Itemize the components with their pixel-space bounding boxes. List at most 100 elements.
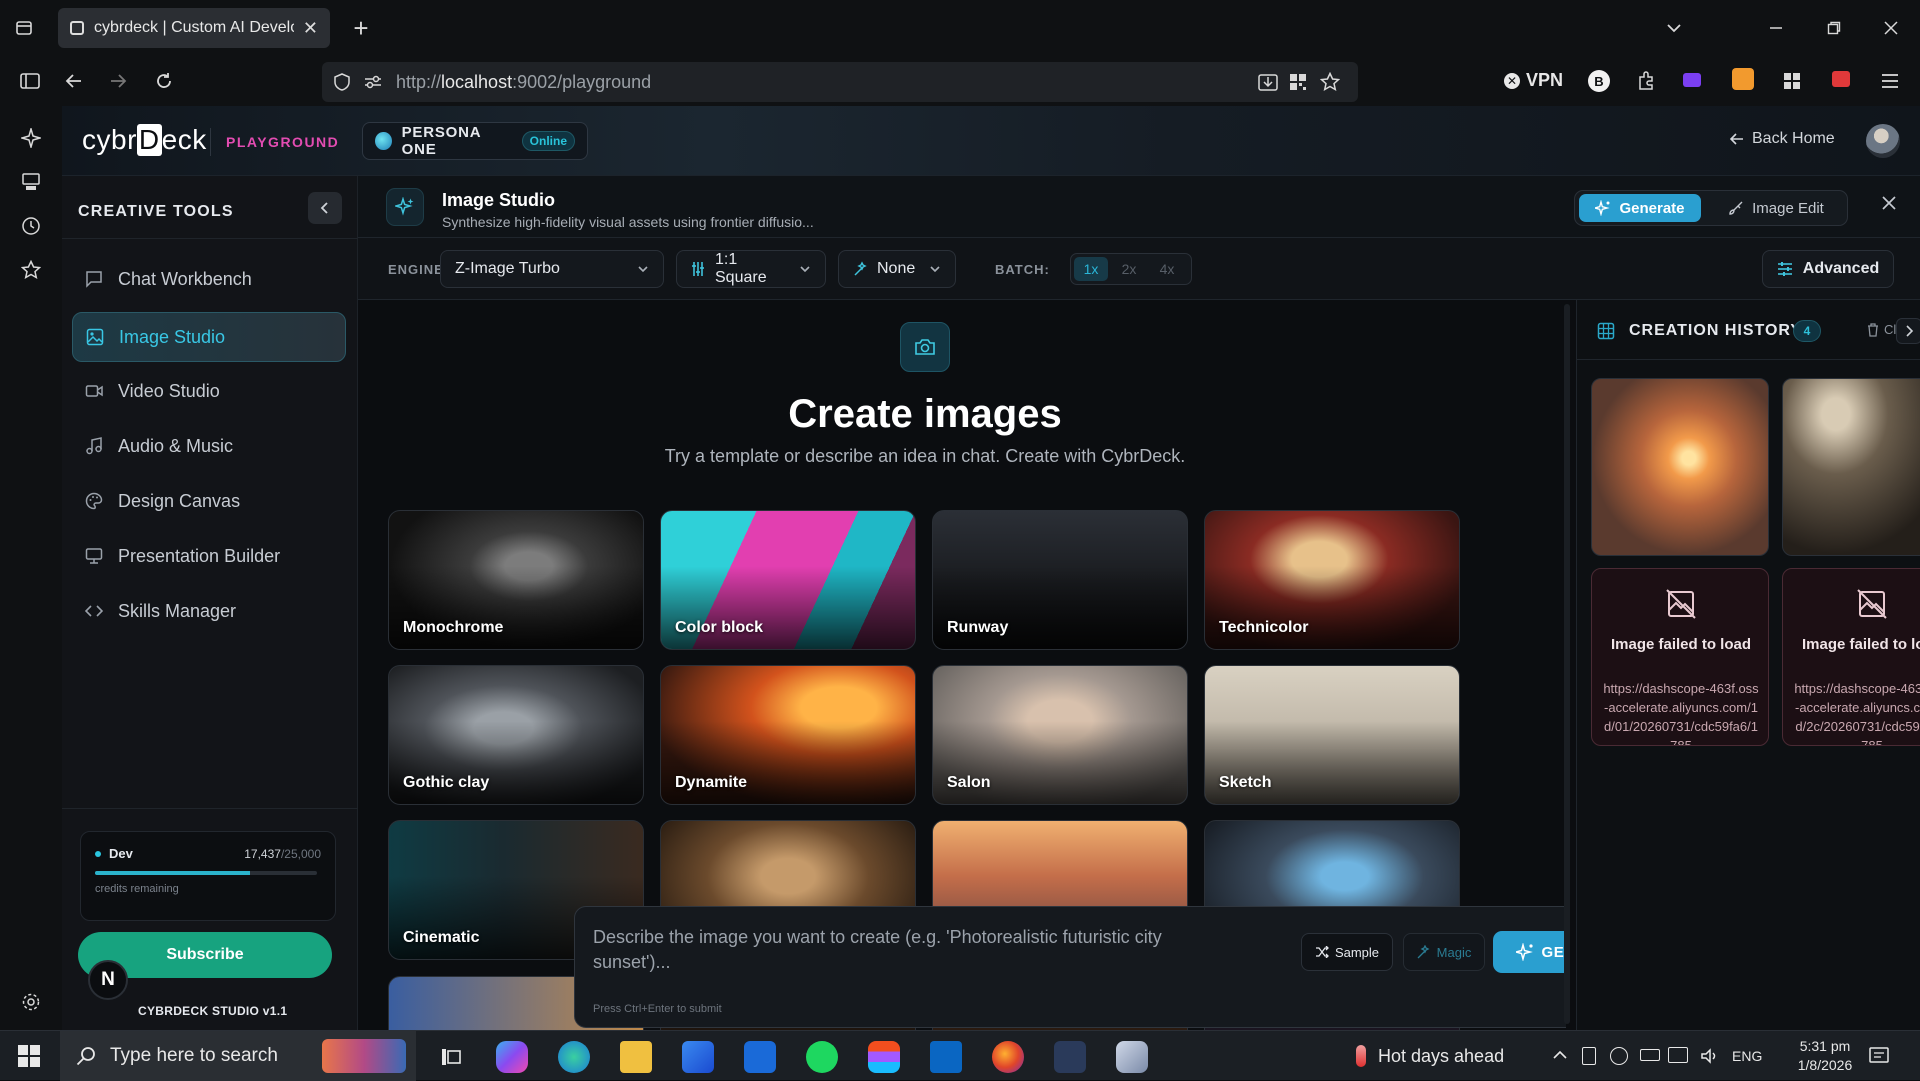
copilot-icon[interactable] xyxy=(496,1041,528,1073)
sidebar-item-design-canvas[interactable]: Design Canvas xyxy=(72,476,346,526)
forward-icon[interactable] xyxy=(102,65,134,97)
user-avatar[interactable] xyxy=(1866,124,1900,158)
ai-sparkle-icon[interactable] xyxy=(15,122,47,154)
batch-option-2x[interactable]: 2x xyxy=(1112,257,1146,281)
close-studio-icon[interactable] xyxy=(1882,196,1896,210)
sidebar-toggle-icon[interactable] xyxy=(14,65,46,97)
sidebar-item-video-studio[interactable]: Video Studio xyxy=(72,366,346,416)
template-tile-color-block[interactable]: Color block xyxy=(660,510,916,650)
spotify-icon[interactable] xyxy=(806,1041,838,1073)
extension-orange-icon[interactable] xyxy=(1732,68,1754,90)
qr-icon[interactable] xyxy=(1288,72,1308,92)
sidebar-item-audio-music[interactable]: Audio & Music xyxy=(72,421,346,471)
shield-icon[interactable] xyxy=(334,73,350,91)
taskbar-search[interactable]: Type here to search xyxy=(60,1031,416,1081)
tray-device-icon[interactable] xyxy=(1582,1047,1596,1065)
batch-option-4x[interactable]: 4x xyxy=(1150,257,1184,281)
tab-list-icon[interactable] xyxy=(8,12,40,44)
back-icon[interactable] xyxy=(58,65,90,97)
windows-start-icon[interactable] xyxy=(18,1045,40,1067)
tab-dropdown-icon[interactable] xyxy=(1658,12,1690,44)
history-clock-icon[interactable] xyxy=(15,210,47,242)
canvas-scrollbar[interactable] xyxy=(1564,304,1570,1024)
vpn-button[interactable]: ✕ VPN xyxy=(1504,70,1563,91)
batch-option-1x[interactable]: 1x xyxy=(1074,257,1108,281)
battery-icon[interactable] xyxy=(1640,1049,1660,1061)
template-tile-gothic-clay[interactable]: Gothic clay xyxy=(388,665,644,805)
minimize-icon[interactable] xyxy=(1760,12,1792,44)
history-image-1[interactable] xyxy=(1591,378,1769,556)
record-extension-icon[interactable] xyxy=(1832,71,1850,87)
tab-close-icon[interactable]: ✕ xyxy=(303,18,318,39)
persona-selector[interactable]: PERSONA ONE Online xyxy=(362,122,588,160)
sidebar-item-chat-workbench[interactable]: Chat Workbench xyxy=(72,254,346,304)
reload-icon[interactable] xyxy=(148,65,180,97)
volume-icon[interactable] xyxy=(1700,1047,1718,1065)
site-info-icon[interactable] xyxy=(364,74,382,90)
edge-icon[interactable] xyxy=(558,1041,590,1073)
template-tile-monochrome[interactable]: Monochrome xyxy=(388,510,644,650)
create-subheading: Try a template or describe an idea in ch… xyxy=(664,446,1186,466)
aspect-ratio-select[interactable]: 1:1 Square xyxy=(676,250,826,288)
linkedin-icon[interactable] xyxy=(930,1041,962,1073)
new-tab-icon[interactable]: + xyxy=(345,12,377,44)
sidebar-item-image-studio[interactable]: Image Studio xyxy=(72,312,346,362)
prompt-input[interactable]: Describe the image you want to create (e… xyxy=(593,925,1233,975)
template-tile-salon[interactable]: Salon xyxy=(932,665,1188,805)
settings-gear-icon[interactable] xyxy=(15,986,47,1018)
history-failed-1[interactable]: Image failed to load https://dashscope-4… xyxy=(1591,568,1769,746)
arc-icon[interactable] xyxy=(1054,1041,1086,1073)
collapse-sidebar-button[interactable] xyxy=(308,192,342,224)
sidebar-item-presentation-builder[interactable]: Presentation Builder xyxy=(72,531,346,581)
advanced-button[interactable]: Advanced xyxy=(1762,250,1894,288)
language-indicator[interactable]: ENG xyxy=(1732,1048,1762,1064)
history-failed-2[interactable]: Image failed to load https://dashscope-4… xyxy=(1782,568,1920,746)
template-tile-dynamite[interactable]: Dynamite xyxy=(660,665,916,805)
tray-network-icon[interactable] xyxy=(1610,1047,1628,1065)
generate-mode-button[interactable]: Generate xyxy=(1579,194,1701,222)
template-tile-technicolor[interactable]: Technicolor xyxy=(1204,510,1460,650)
bookmarks-star-icon[interactable] xyxy=(15,254,47,286)
outlook-icon[interactable] xyxy=(744,1041,776,1073)
generate-button[interactable]: GENERATE (30C) xyxy=(1493,931,1566,973)
figma-icon[interactable] xyxy=(868,1041,900,1073)
arrow-left-icon xyxy=(1730,132,1744,146)
window-close-icon[interactable] xyxy=(1875,12,1907,44)
notifications-icon[interactable] xyxy=(1868,1045,1890,1067)
apps-grid-icon[interactable] xyxy=(1776,65,1808,97)
tray-chevron-up-icon[interactable] xyxy=(1552,1047,1568,1063)
firefox-icon[interactable] xyxy=(992,1041,1024,1073)
restore-icon[interactable] xyxy=(1818,12,1850,44)
paint-icon[interactable] xyxy=(1116,1041,1148,1073)
style-select[interactable]: None xyxy=(838,250,956,288)
extension-purple-icon[interactable] xyxy=(1683,73,1701,87)
file-explorer-icon[interactable] xyxy=(620,1041,652,1073)
template-tile-sketch[interactable]: Sketch xyxy=(1204,665,1460,805)
user-initial-avatar[interactable]: N xyxy=(88,960,128,1000)
history-expand-button[interactable] xyxy=(1896,318,1920,344)
sample-button[interactable]: Sample xyxy=(1301,933,1393,971)
store-icon[interactable] xyxy=(682,1041,714,1073)
logo[interactable]: cybrDeck xyxy=(82,124,207,156)
bookmark-star-icon[interactable] xyxy=(1320,72,1340,92)
magic-button[interactable]: Magic xyxy=(1403,933,1485,971)
engine-select[interactable]: Z-Image Turbo xyxy=(440,250,664,288)
template-tile-runway[interactable]: Runway xyxy=(932,510,1188,650)
prompt-composer: Describe the image you want to create (e… xyxy=(574,906,1566,1028)
weather-widget[interactable]: Hot days ahead xyxy=(1356,1045,1504,1067)
extensions-puzzle-icon[interactable] xyxy=(1630,65,1662,97)
image-edit-mode-button[interactable]: Image Edit xyxy=(1711,194,1841,222)
download-page-icon[interactable] xyxy=(1258,72,1278,92)
history-image-2[interactable] xyxy=(1782,378,1920,556)
aspect-ratio-value: 1:1 Square xyxy=(715,251,767,286)
extension-b-icon[interactable]: B xyxy=(1588,70,1610,92)
address-bar[interactable]: http://localhost:9002/playground xyxy=(322,62,1358,102)
display-icon[interactable] xyxy=(1668,1047,1688,1063)
menu-icon[interactable] xyxy=(1874,65,1906,97)
synced-tabs-icon[interactable] xyxy=(15,166,47,198)
clock[interactable]: 5:31 pm 1/8/2026 xyxy=(1780,1037,1870,1075)
back-home-link[interactable]: Back Home xyxy=(1730,130,1835,148)
task-view-icon[interactable] xyxy=(434,1041,466,1073)
browser-tab-active[interactable]: cybrdeck | Custom AI Developm ✕ xyxy=(58,8,330,48)
sidebar-item-skills-manager[interactable]: Skills Manager xyxy=(72,586,346,636)
